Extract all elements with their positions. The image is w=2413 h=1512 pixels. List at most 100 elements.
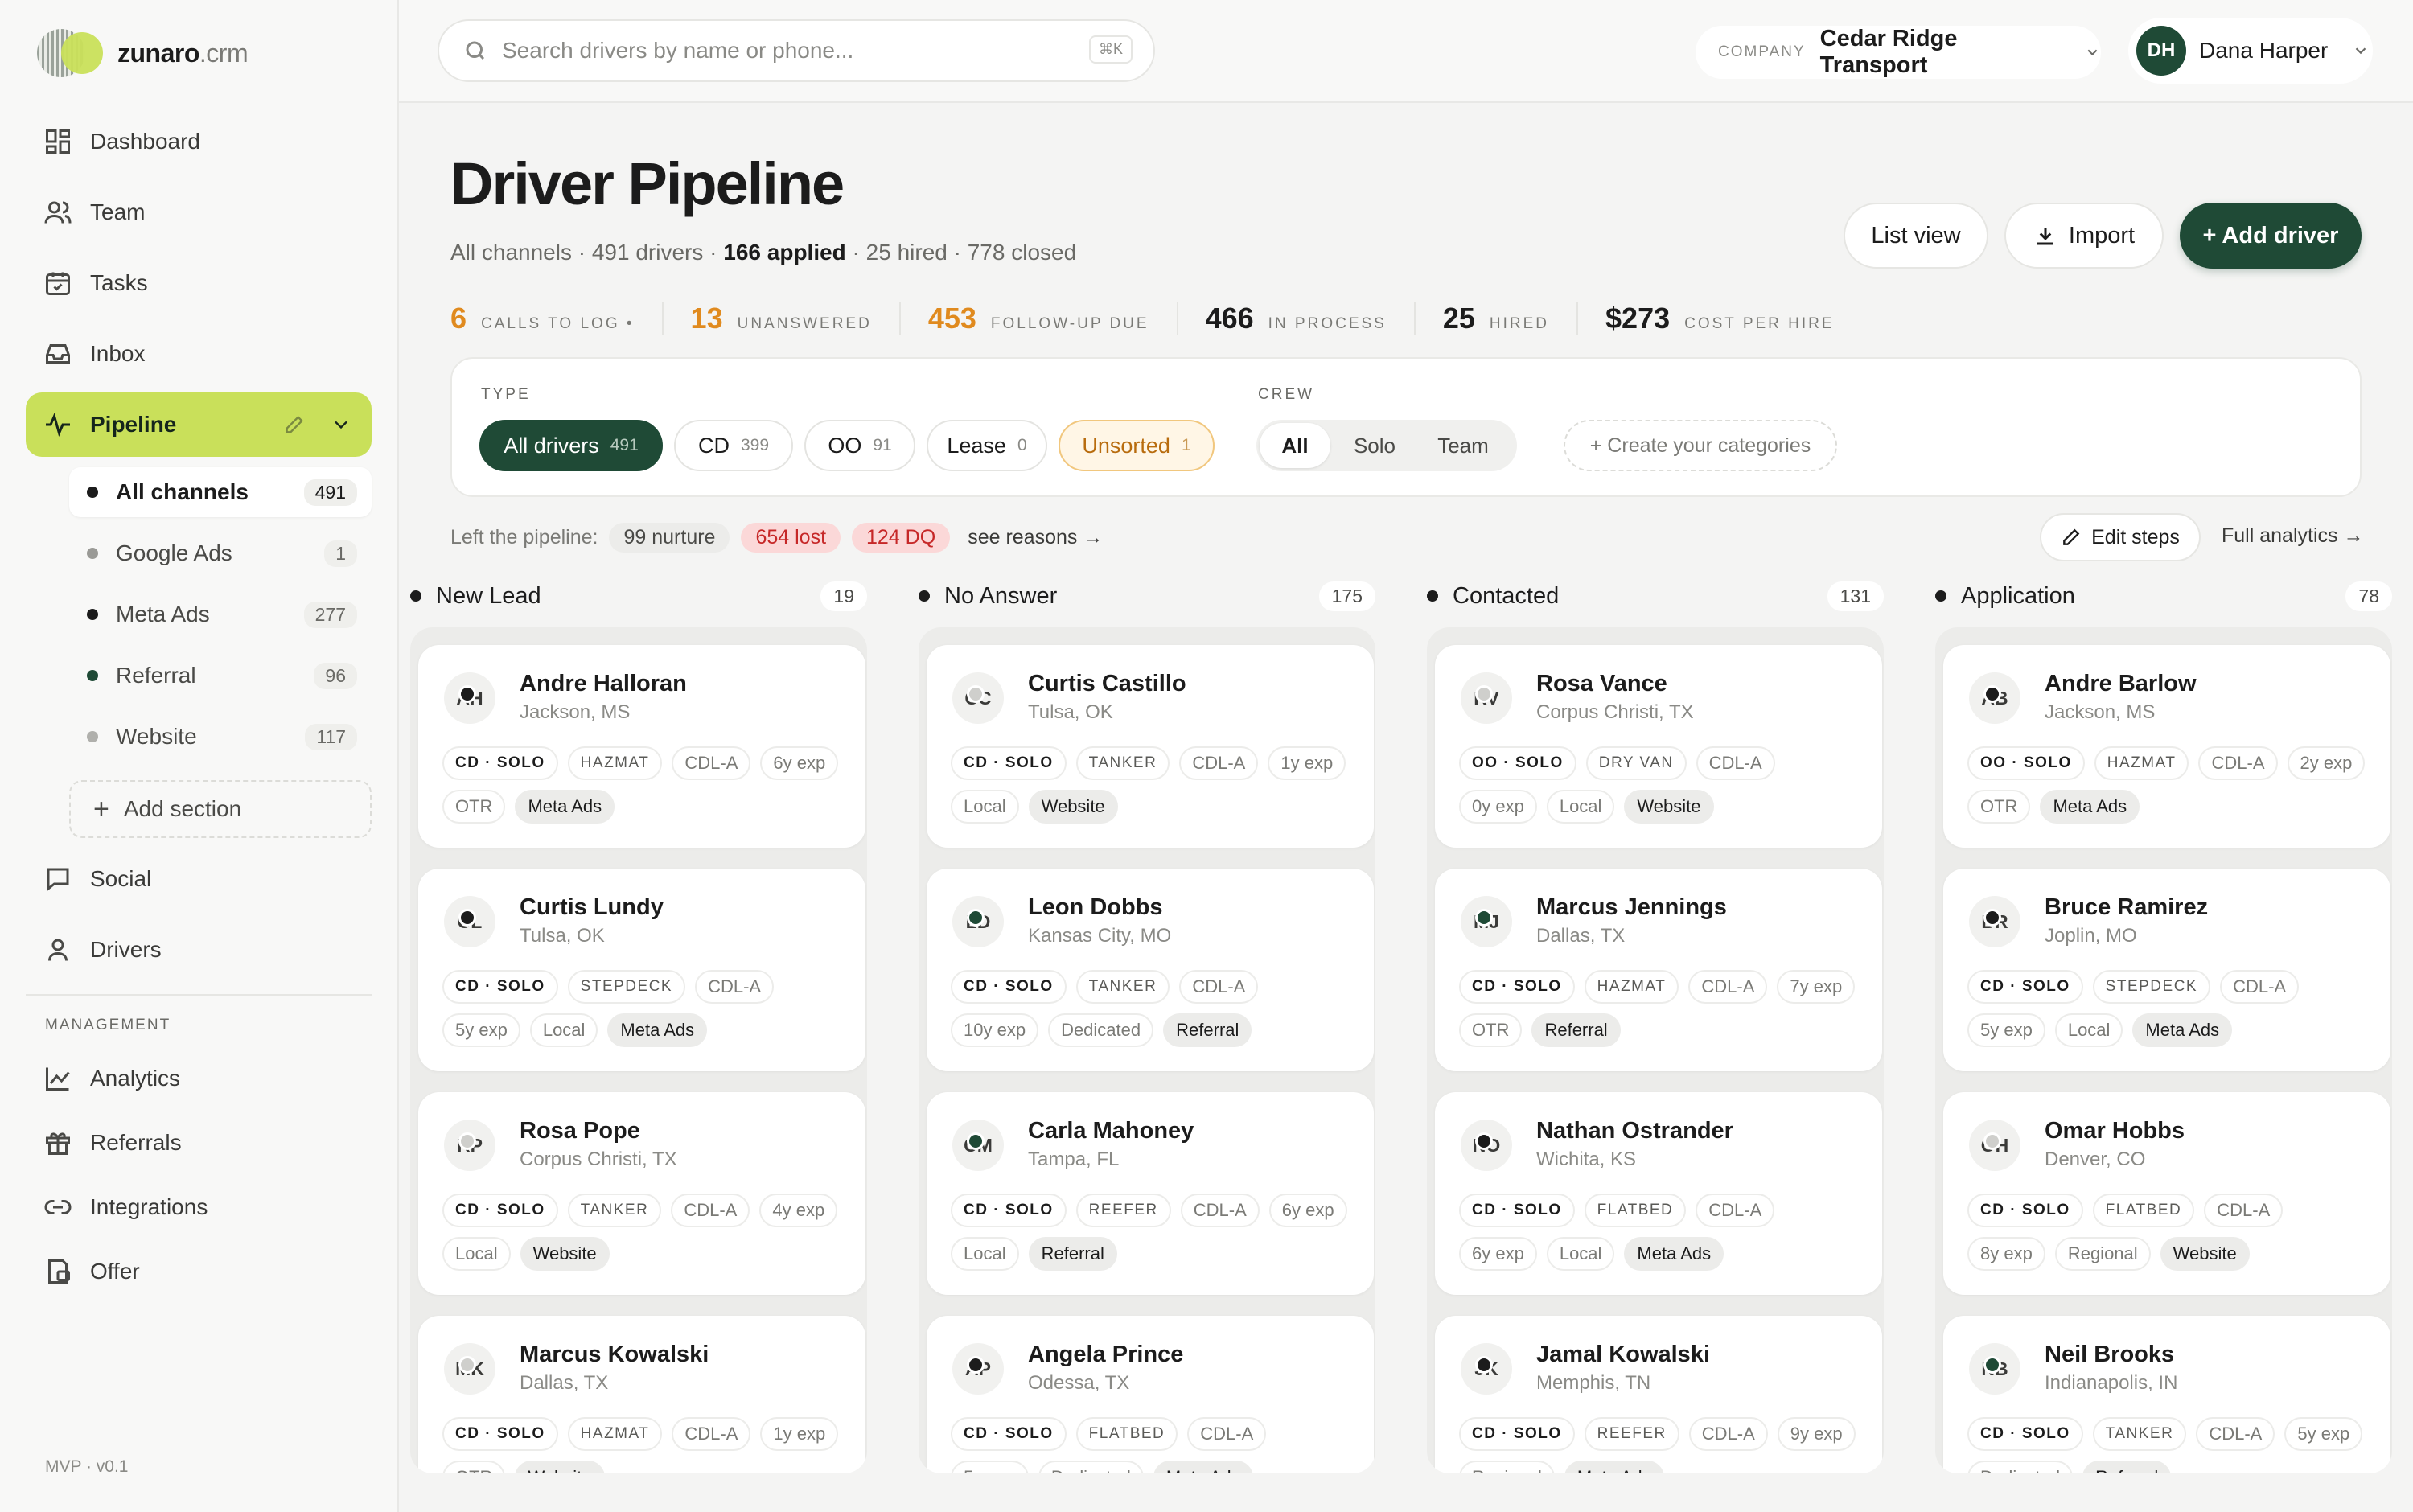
channel-google-ads[interactable]: Google Ads 1 — [69, 528, 372, 578]
pipeline-column: No Answer 175 CC Curtis Castillo Tulsa, O… — [919, 576, 1375, 1512]
company-selector[interactable]: COMPANY Cedar Ridge Transport — [1696, 26, 2101, 79]
driver-card[interactable]: CL Curtis Lundy Tulsa, OK CD · SOLO STEP… — [418, 869, 865, 1071]
driver-card[interactable]: MK Marcus Kowalski Dallas, TX CD · SOLO … — [418, 1316, 865, 1473]
channel-dot — [87, 548, 98, 559]
avatar: DH — [2136, 26, 2186, 76]
experience-tag: 5y exp — [2284, 1417, 2363, 1451]
driver-card[interactable]: CC Curtis Castillo Tulsa, OK CD · SOLO T… — [927, 645, 1374, 848]
nav-team[interactable]: Team — [26, 186, 372, 239]
driver-card[interactable]: RV Rosa Vance Corpus Christi, TX OO · SO… — [1435, 645, 1882, 848]
license-tag: CDL-A — [1696, 746, 1775, 780]
driver-card[interactable]: NO Nathan Ostrander Wichita, KS CD · SOL… — [1435, 1092, 1882, 1295]
stat-in-process[interactable]: 466 IN PROCESS — [1178, 302, 1416, 335]
tag-list: CD · SOLO STEPDECK CDL-A 5y exp Local Me… — [1967, 970, 2370, 1047]
source-tag: Meta Ads — [1624, 1237, 1724, 1271]
driver-card[interactable]: JK Jamal Kowalski Memphis, TN CD · SOLO … — [1435, 1316, 1882, 1473]
pipeline-column: New Lead 19 AH Andre Halloran Jackson, MS… — [410, 576, 867, 1512]
type-tag: CD · SOLO — [951, 746, 1067, 780]
list-view-button[interactable]: List view — [1844, 203, 1988, 269]
column-header[interactable]: Contacted 131 — [1427, 576, 1884, 616]
driver-location: Indianapolis, IN — [2045, 1372, 2178, 1394]
driver-location: Denver, CO — [2045, 1148, 2146, 1170]
status-dot — [967, 909, 985, 927]
crew-option-team[interactable]: Team — [1419, 423, 1507, 468]
experience-tag: 4y exp — [759, 1194, 838, 1227]
type-label: TYPE — [481, 386, 531, 403]
dq-badge[interactable]: 124 DQ — [852, 522, 951, 553]
nav-social[interactable]: Social — [26, 853, 372, 906]
column-header[interactable]: New Lead 19 — [410, 576, 867, 616]
type-tag: CD · SOLO — [951, 1194, 1067, 1227]
route-tag: Local — [951, 790, 1019, 824]
type-chip-all-drivers[interactable]: All drivers 491 — [479, 420, 663, 471]
route-tag: OTR — [1967, 790, 2031, 824]
nav-offer[interactable]: Offer — [26, 1245, 372, 1298]
license-tag: CDL-A — [695, 970, 775, 1004]
driver-card[interactable]: AP Angela Prince Odessa, TX CD · SOLO FL… — [927, 1316, 1374, 1473]
driver-location: Tampa, FL — [1028, 1148, 1120, 1170]
type-chip-lease[interactable]: Lease 0 — [927, 420, 1047, 471]
column-header[interactable]: No Answer 175 — [919, 576, 1375, 616]
type-chip-oo[interactable]: OO 91 — [804, 420, 915, 471]
driver-card[interactable]: MJ Marcus Jennings Dallas, TX CD · SOLO … — [1435, 869, 1882, 1071]
source-tag: Meta Ads — [2132, 1013, 2233, 1047]
channel-label: Google Ads — [116, 540, 232, 565]
add-driver-button[interactable]: + Add driver — [2180, 203, 2362, 269]
driver-card[interactable]: AH Andre Halloran Jackson, MS CD · SOLO … — [418, 645, 865, 848]
driver-card[interactable]: BR Bruce Ramirez Joplin, MO CD · SOLO ST… — [1943, 869, 2390, 1071]
stat-unanswered[interactable]: 13 UNANSWERED — [664, 302, 901, 335]
add-section-button[interactable]: + Add section — [69, 780, 372, 838]
stat-hired[interactable]: 25 HIRED — [1416, 302, 1579, 335]
crew-option-all[interactable]: All — [1260, 423, 1330, 468]
channel-website[interactable]: Website 117 — [69, 712, 372, 762]
left-pipeline-row: Left the pipeline: 99 nurture 654 lost 1… — [450, 521, 1103, 553]
type-tag: CD · SOLO — [1967, 970, 2083, 1004]
type-chip-unsorted[interactable]: Unsorted 1 — [1059, 420, 1215, 471]
create-categories-button[interactable]: + Create your categories — [1564, 420, 1837, 471]
channel-count: 96 — [314, 662, 357, 689]
column-header[interactable]: Application 78 — [1935, 576, 2392, 616]
stat-follow-up-due[interactable]: 453 FOLLOW-UP DUE — [901, 302, 1178, 335]
user-menu[interactable]: DH Dana Harper — [2128, 18, 2373, 84]
nav-integrations[interactable]: Integrations — [26, 1181, 372, 1234]
nav-tasks[interactable]: Tasks — [26, 257, 372, 310]
see-reasons-link[interactable]: see reasons → — [968, 526, 1103, 549]
nav-referrals[interactable]: Referrals — [26, 1116, 372, 1169]
driver-card[interactable]: AB Andre Barlow Jackson, MS OO · SOLO HA… — [1943, 645, 2390, 848]
type-chip-cd[interactable]: CD 399 — [674, 420, 793, 471]
type-tag: CD · SOLO — [1459, 1194, 1575, 1227]
logo[interactable]: zunaro.crm — [37, 29, 249, 77]
nav-label: Tasks — [90, 270, 148, 295]
pencil-icon[interactable] — [283, 413, 306, 436]
nurture-badge[interactable]: 99 nurture — [609, 522, 730, 553]
driver-card[interactable]: NB Neil Brooks Indianapolis, IN CD · SOL… — [1943, 1316, 2390, 1473]
stat-calls-to-log[interactable]: 6 CALLS TO LOG • — [450, 302, 664, 335]
lost-badge[interactable]: 654 lost — [741, 522, 841, 553]
crew-option-solo[interactable]: Solo — [1330, 423, 1419, 468]
tag-list: CD · SOLO HAZMAT CDL-A 6y exp OTR Meta A… — [442, 746, 845, 824]
license-tag: CDL-A — [1187, 1417, 1267, 1451]
driver-card[interactable]: CM Carla Mahoney Tampa, FL CD · SOLO REE… — [927, 1092, 1374, 1295]
channel-dot — [87, 731, 98, 742]
driver-card[interactable]: RP Rosa Pope Corpus Christi, TX CD · SOL… — [418, 1092, 865, 1295]
search-input[interactable]: Search drivers by name or phone... ⌘K — [438, 19, 1155, 82]
nav-pipeline[interactable]: Pipeline — [26, 392, 372, 457]
driver-card[interactable]: LD Leon Dobbs Kansas City, MO CD · SOLO … — [927, 869, 1374, 1071]
driver-card[interactable]: OH Omar Hobbs Denver, CO CD · SOLO FLATB… — [1943, 1092, 2390, 1295]
nav-dashboard[interactable]: Dashboard — [26, 115, 372, 168]
import-button[interactable]: Import — [2004, 203, 2164, 269]
license-tag: CDL-A — [2220, 970, 2300, 1004]
full-analytics-link[interactable]: Full analytics → — [2222, 524, 2363, 548]
chart-icon — [46, 1067, 70, 1091]
channel-referral[interactable]: Referral 96 — [69, 651, 372, 701]
nav-inbox[interactable]: Inbox — [26, 327, 372, 380]
edit-steps-button[interactable]: Edit steps — [2040, 513, 2201, 561]
status-dot — [1475, 685, 1493, 703]
nav-analytics[interactable]: Analytics — [26, 1052, 372, 1105]
nav-drivers[interactable]: Drivers — [26, 923, 372, 976]
chevron-down-icon[interactable] — [330, 413, 352, 436]
channel-meta-ads[interactable]: Meta Ads 277 — [69, 590, 372, 639]
tag-list: CD · SOLO TANKER CDL-A 5y exp Dedicated … — [1967, 1417, 2370, 1473]
route-tag: Local — [951, 1237, 1019, 1271]
channel-all[interactable]: All channels 491 — [69, 467, 372, 517]
